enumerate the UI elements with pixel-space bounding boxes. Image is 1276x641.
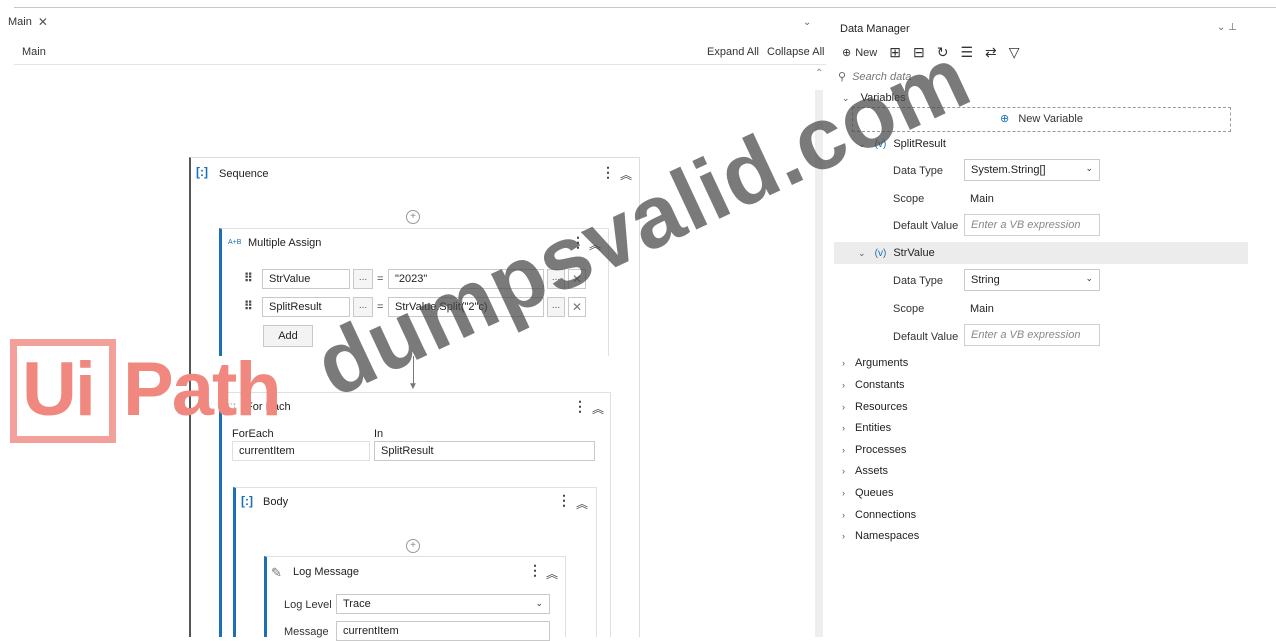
chevron-right-icon: › xyxy=(842,358,845,368)
log-level-value: Trace xyxy=(343,598,371,610)
section-label: Connections xyxy=(855,509,917,521)
default-value-label: Default Value xyxy=(893,220,959,232)
chevron-right-icon: › xyxy=(842,402,845,412)
foreach-collection-field[interactable]: SplitResult xyxy=(374,441,595,461)
equals-sign: = xyxy=(377,273,384,285)
logo-path-text: Path xyxy=(123,347,282,432)
data-type-select[interactable]: String ⌄ xyxy=(964,269,1100,291)
breadcrumb[interactable]: Main xyxy=(22,46,46,58)
data-manager-title: Data Manager xyxy=(840,23,910,35)
list-icon[interactable]: ☰ xyxy=(960,44,973,61)
add-activity-icon[interactable]: + xyxy=(406,539,420,553)
collapse-icon[interactable]: ︽ xyxy=(592,400,604,417)
default-value-field[interactable]: Enter a VB expression xyxy=(964,324,1100,346)
plus-circle-icon: ⊕ xyxy=(842,47,852,59)
data-type-value: String xyxy=(971,274,1000,286)
tab-main[interactable]: Main ✕ xyxy=(8,15,48,29)
chevron-down-icon: ⌄ xyxy=(535,598,543,608)
section-label: Resources xyxy=(855,401,908,413)
ellipsis-button[interactable]: ... xyxy=(353,269,373,289)
foreach-item-field[interactable]: currentItem xyxy=(232,441,370,461)
more-options-icon[interactable]: ⋮ xyxy=(557,492,571,509)
chevron-right-icon: › xyxy=(842,423,845,433)
section-label: Arguments xyxy=(855,357,909,369)
scope-value: Main xyxy=(970,193,994,205)
expand-all-button[interactable]: Expand All xyxy=(707,46,759,58)
default-value-field[interactable]: Enter a VB expression xyxy=(964,214,1100,236)
section-arguments[interactable]: › Arguments xyxy=(842,357,908,369)
section-label: Processes xyxy=(855,444,907,456)
section-label: Namespaces xyxy=(855,530,920,542)
chevron-right-icon: › xyxy=(842,380,845,390)
body-title: Body xyxy=(263,496,289,508)
sequence-icon: [:] xyxy=(241,494,253,508)
new-variable-label: New Variable xyxy=(1018,113,1083,125)
multiple-assign-title: Multiple Assign xyxy=(248,237,322,249)
collapse-icon[interactable]: ︽ xyxy=(576,495,588,512)
chevron-right-icon: › xyxy=(842,531,845,541)
chevron-down-icon[interactable]: ⌄ xyxy=(803,17,811,28)
scope-value: Main xyxy=(970,303,994,315)
message-field[interactable]: currentItem xyxy=(336,621,550,641)
data-type-label: Data Type xyxy=(893,165,943,177)
section-label: Queues xyxy=(855,487,894,499)
log-level-label: Log Level xyxy=(284,599,332,611)
assign-to-field[interactable]: StrValue xyxy=(262,269,350,289)
section-entities[interactable]: › Entities xyxy=(842,422,891,434)
default-value-label: Default Value xyxy=(893,331,959,343)
section-connections[interactable]: › Connections xyxy=(842,509,916,521)
section-label: Entities xyxy=(855,422,892,434)
chevron-right-icon: › xyxy=(842,510,845,520)
log-level-select[interactable]: Trace ⌄ xyxy=(336,594,550,614)
data-type-value: System.String[] xyxy=(971,164,1046,176)
log-message-title: Log Message xyxy=(293,566,360,578)
message-label: Message xyxy=(284,626,329,638)
more-options-icon[interactable]: ⋮ xyxy=(573,398,587,415)
section-queues[interactable]: › Queues xyxy=(842,487,894,499)
section-processes[interactable]: › Processes xyxy=(842,444,906,456)
logo-ui-text: Ui xyxy=(22,347,96,432)
log-message-icon: ✎ xyxy=(271,565,282,580)
section-resources[interactable]: › Resources xyxy=(842,401,908,413)
in-label: In xyxy=(374,428,384,440)
chevron-right-icon: › xyxy=(842,488,845,498)
section-namespaces[interactable]: › Namespaces xyxy=(842,530,919,542)
collapse-icon[interactable]: ︽ xyxy=(546,565,558,582)
filter-icon[interactable]: ▽ xyxy=(1009,44,1020,61)
sequence-icon: [:] xyxy=(196,165,208,179)
section-label: Constants xyxy=(855,379,905,391)
pin-icon[interactable]: ⌄ ⊥ xyxy=(1217,22,1237,33)
section-label: Assets xyxy=(855,465,889,477)
chevron-right-icon: › xyxy=(842,466,845,476)
divider xyxy=(14,64,826,65)
scroll-up-icon[interactable]: ⌃ xyxy=(815,68,823,79)
variable-icon: (v) xyxy=(874,248,887,259)
drag-handle-icon[interactable]: ⠿ xyxy=(244,271,253,285)
drag-handle-icon[interactable]: ⠿ xyxy=(244,299,253,313)
chevron-down-icon: ⌄ xyxy=(1085,273,1093,283)
section-constants[interactable]: › Constants xyxy=(842,379,905,391)
chevron-down-icon: ⌄ xyxy=(1085,163,1093,173)
plus-circle-icon: ⊕ xyxy=(1000,113,1010,125)
sequence-title: Sequence xyxy=(219,168,269,180)
tab-main-label: Main xyxy=(8,16,32,28)
swap-icon[interactable]: ⇄ xyxy=(985,44,997,61)
scope-label: Scope xyxy=(893,193,925,205)
data-type-select[interactable]: System.String[] ⌄ xyxy=(964,159,1100,181)
variable-name: StrValue xyxy=(893,247,935,259)
collapse-all-button[interactable]: Collapse All xyxy=(767,46,824,58)
scope-label: Scope xyxy=(893,303,925,315)
data-type-label: Data Type xyxy=(893,275,943,287)
chevron-right-icon: › xyxy=(842,445,845,455)
assign-icon: A+B xyxy=(228,239,242,246)
more-options-icon[interactable]: ⋮ xyxy=(528,562,542,579)
chevron-down-icon: ⌄ xyxy=(858,248,866,258)
section-assets[interactable]: › Assets xyxy=(842,465,888,477)
variable-item[interactable]: ⌄ (v) StrValue xyxy=(858,247,935,259)
close-icon[interactable]: ✕ xyxy=(38,15,48,29)
add-activity-icon[interactable]: + xyxy=(406,210,420,224)
